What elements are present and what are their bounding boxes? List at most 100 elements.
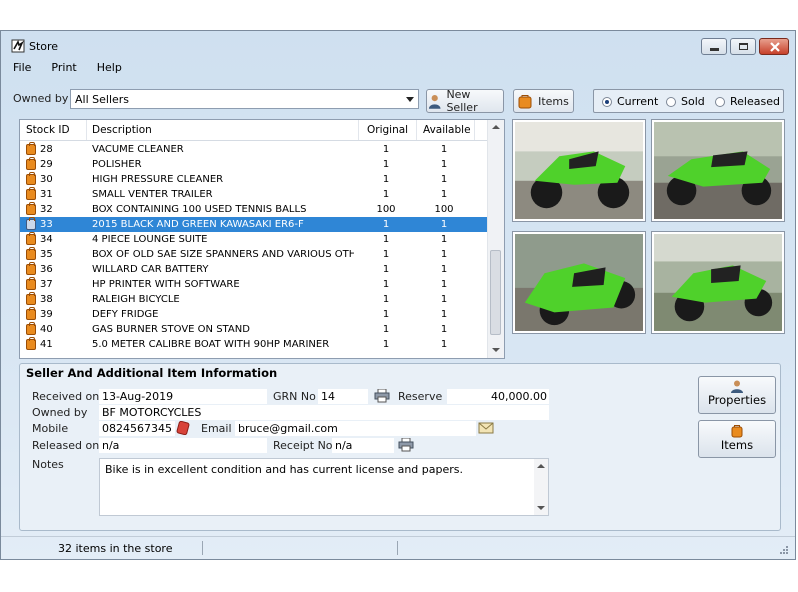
owned-by-field[interactable]: BF MOTORCYCLES: [99, 405, 549, 420]
column-available[interactable]: Available: [423, 124, 471, 136]
tag-icon: [26, 232, 36, 245]
received-on-label: Received on: [32, 390, 100, 403]
table-row[interactable]: 37 HP PRINTER WITH SOFTWARE 1 1: [20, 277, 490, 292]
bike-photo-1[interactable]: [512, 119, 646, 222]
stock-id-cell: 31: [40, 189, 53, 200]
table-row[interactable]: 31 SMALL VENTER TRAILER 1 1: [20, 187, 490, 202]
receipt-field[interactable]: n/a: [332, 438, 394, 453]
received-on-field[interactable]: 13-Aug-2019: [99, 389, 267, 404]
table-row[interactable]: 30 HIGH PRESSURE CLEANER 1 1: [20, 172, 490, 187]
printer-icon[interactable]: [374, 389, 390, 403]
available-cell: 1: [440, 234, 448, 245]
original-cell: 1: [382, 189, 390, 200]
original-cell: 1: [382, 144, 390, 155]
window-title: Store: [29, 40, 59, 53]
radio-current[interactable]: Current: [602, 95, 658, 108]
table-row[interactable]: 36 WILLARD CAR BATTERY 1 1: [20, 262, 490, 277]
column-original[interactable]: Original: [367, 124, 408, 136]
properties-button[interactable]: Properties: [698, 376, 776, 414]
description-cell: POLISHER: [92, 159, 142, 170]
app-icon: [11, 39, 25, 53]
tag-icon: [26, 307, 36, 320]
notes-label: Notes: [32, 458, 64, 471]
stock-id-cell: 32: [40, 204, 53, 215]
stock-id-cell: 30: [40, 174, 53, 185]
table-row[interactable]: 38 RALEIGH BICYCLE 1 1: [20, 292, 490, 307]
properties-label: Properties: [707, 393, 767, 407]
maximize-button[interactable]: [730, 38, 756, 55]
owned-by-select[interactable]: All Sellers: [70, 89, 419, 109]
original-cell: 1: [382, 324, 390, 335]
email-field[interactable]: bruce@gmail.com: [235, 421, 476, 436]
notes-textarea[interactable]: Bike is in excellent condition and has c…: [99, 458, 549, 516]
printer-icon[interactable]: [398, 438, 414, 452]
resize-grip-icon[interactable]: [779, 545, 789, 555]
motorcycle-image: [515, 122, 643, 219]
chevron-down-icon: [406, 97, 414, 102]
close-button[interactable]: [759, 38, 789, 55]
owned-by-label: Owned by: [32, 406, 88, 419]
receipt-label: Receipt No: [273, 439, 333, 452]
available-cell: 100: [434, 204, 454, 215]
items-button[interactable]: Items: [698, 420, 776, 458]
bike-photo-4[interactable]: [651, 231, 785, 334]
column-description[interactable]: Description: [92, 124, 152, 136]
description-cell: 4 PIECE LOUNGE SUITE: [92, 234, 208, 245]
scroll-up-icon: [492, 125, 500, 129]
table-row[interactable]: 29 POLISHER 1 1: [20, 157, 490, 172]
menu-file[interactable]: File: [11, 60, 33, 78]
mobile-field[interactable]: 0824567345: [99, 421, 175, 436]
radio-released[interactable]: Released: [715, 95, 780, 108]
grn-label: GRN No: [273, 390, 316, 403]
tag-icon: [731, 425, 743, 438]
stock-grid[interactable]: Stock ID Description Original Available …: [19, 119, 505, 359]
available-cell: 1: [440, 189, 448, 200]
available-cell: 1: [440, 294, 448, 305]
table-row[interactable]: 39 DEFY FRIDGE 1 1: [20, 307, 490, 322]
items-top-label: Items: [538, 94, 569, 108]
column-stock-id[interactable]: Stock ID: [26, 124, 70, 136]
stock-id-cell: 41: [40, 339, 53, 350]
minimize-button[interactable]: [701, 38, 727, 55]
grid-scrollbar[interactable]: [487, 120, 504, 358]
table-row[interactable]: 40 GAS BURNER STOVE ON STAND 1 1: [20, 322, 490, 337]
phone-icon[interactable]: [176, 421, 190, 435]
table-row[interactable]: 33 2015 BLACK AND GREEN KAWASAKI ER6-F 1 1: [20, 217, 490, 232]
radio-sold[interactable]: Sold: [666, 95, 705, 108]
menu-print[interactable]: Print: [49, 60, 78, 78]
close-icon: [770, 42, 780, 52]
description-cell: VACUME CLEANER: [92, 144, 184, 155]
tag-icon: [26, 322, 36, 335]
new-seller-button[interactable]: New Seller: [426, 88, 504, 114]
store-window: Store File Print Help Owned by All Selle…: [0, 30, 796, 560]
tag-icon: [26, 337, 36, 350]
table-row[interactable]: 28 VACUME CLEANER 1 1: [20, 142, 490, 157]
scroll-down-icon: [492, 348, 500, 352]
stock-id-cell: 33: [40, 219, 53, 230]
released-on-field[interactable]: n/a: [99, 438, 267, 453]
bike-photo-3[interactable]: [512, 231, 646, 334]
tag-icon: [26, 202, 36, 215]
available-cell: 1: [440, 324, 448, 335]
table-row[interactable]: 41 5.0 METER CALIBRE BOAT WITH 90HP MARIN…: [20, 337, 490, 352]
owned-by-filter-label: Owned by: [13, 92, 69, 105]
table-row[interactable]: 32 BOX CONTAINING 100 USED TENNIS BALLS 10…: [20, 202, 490, 217]
table-row[interactable]: 34 4 PIECE LOUNGE SUITE 1 1: [20, 232, 490, 247]
available-cell: 1: [440, 339, 448, 350]
grn-field[interactable]: 14: [318, 389, 368, 404]
bike-photo-2[interactable]: [651, 119, 785, 222]
seller-info-title: Seller And Additional Item Information: [26, 366, 278, 380]
envelope-icon[interactable]: [478, 421, 494, 435]
reserve-field[interactable]: 40,000.00: [447, 389, 549, 404]
scroll-thumb[interactable]: [490, 250, 501, 335]
description-cell: HIGH PRESSURE CLEANER: [92, 174, 224, 185]
original-cell: 1: [382, 219, 390, 230]
stock-id-cell: 35: [40, 249, 53, 260]
notes-scrollbar[interactable]: [534, 459, 548, 515]
description-cell: SMALL VENTER TRAILER: [92, 189, 213, 200]
table-row[interactable]: 35 BOX OF OLD SAE SIZE SPANNERS AND VARIO…: [20, 247, 490, 262]
tag-icon: [26, 247, 36, 260]
stock-id-cell: 34: [40, 234, 53, 245]
menu-help[interactable]: Help: [95, 60, 124, 78]
items-top-button[interactable]: Items: [513, 89, 574, 113]
